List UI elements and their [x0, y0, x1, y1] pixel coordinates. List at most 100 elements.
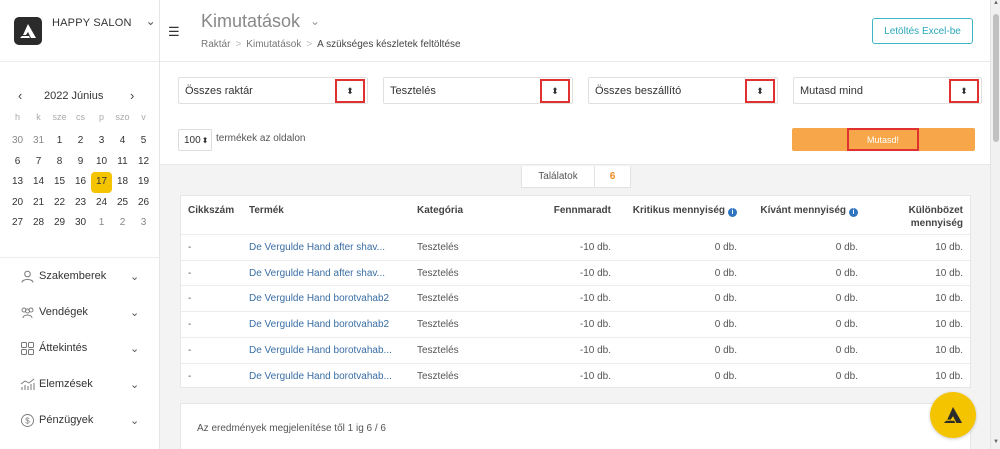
calendar-next-icon[interactable]: ›	[130, 88, 134, 103]
calendar-day[interactable]: 22	[49, 193, 70, 214]
calendar-day[interactable]: 7	[28, 152, 49, 173]
calendar-day[interactable]: 21	[28, 193, 49, 214]
calendar-day[interactable]: 11	[112, 152, 133, 173]
column-header-sku[interactable]: Cikkszám	[188, 204, 234, 217]
calendar-day[interactable]: 2	[70, 131, 91, 152]
category-select-value: Tesztelés	[390, 85, 436, 97]
page-scrollbar[interactable]: ▲ ▼	[990, 0, 1000, 449]
cell-desired: 0 db.	[835, 319, 858, 331]
calendar-day[interactable]: 23	[70, 193, 91, 214]
cell-product-link[interactable]: De Vergulde Hand after shav...	[249, 268, 385, 279]
app-logo-icon	[14, 16, 42, 45]
column-header-desired[interactable]: Kívánt mennyiség i	[760, 204, 858, 217]
per-page-select[interactable]: 100 ⬍	[178, 129, 212, 151]
scrollbar-thumb[interactable]	[993, 14, 999, 142]
breadcrumb-item[interactable]: Kimutatások	[246, 39, 301, 50]
per-page-value: 100	[184, 134, 201, 146]
calendar-day[interactable]: 26	[133, 193, 154, 214]
cell-product-link[interactable]: De Vergulde Hand borotvahab...	[249, 371, 392, 382]
column-header-difference[interactable]: Különbözet mennyiség	[909, 204, 963, 230]
calendar-day[interactable]: 20	[7, 193, 28, 214]
calendar-day[interactable]: 31	[28, 131, 49, 152]
sidebar-item-szakemberek[interactable]: Szakemberek ⌄	[0, 258, 160, 294]
calendar-day[interactable]: 24	[91, 193, 112, 214]
column-header-product[interactable]: Termék	[249, 204, 284, 217]
calendar-day[interactable]: 6	[7, 152, 28, 173]
chevron-down-icon: ⌄	[130, 414, 140, 427]
calendar-day-today[interactable]: 17	[91, 172, 112, 193]
cell-remaining: -10 db.	[579, 319, 611, 331]
scroll-up-icon[interactable]: ▲	[991, 0, 1000, 10]
calendar-day[interactable]: 30	[7, 131, 28, 152]
sidebar-item-vendegek[interactable]: Vendégek ⌄	[0, 294, 160, 330]
show-button-bar[interactable]: Mutasd!	[792, 128, 975, 151]
sidebar-item-elemzesek[interactable]: Elemzések ⌄	[0, 366, 160, 402]
calendar-day[interactable]: 29	[49, 213, 70, 234]
column-header-critical[interactable]: Kritikus mennyiség i	[633, 204, 737, 217]
cell-sku: -	[188, 344, 192, 356]
calendar-day[interactable]: 9	[70, 152, 91, 173]
calendar-day[interactable]: 3	[133, 213, 154, 234]
calendar-day[interactable]: 4	[112, 131, 133, 152]
chevron-down-icon[interactable]: ⌄	[310, 14, 320, 28]
cell-difference: 10 db.	[935, 267, 963, 279]
calendar-day[interactable]: 27	[7, 213, 28, 234]
calendar-day[interactable]: 3	[91, 131, 112, 152]
calendar-day[interactable]: 5	[133, 131, 154, 152]
calendar-day[interactable]: 2	[112, 213, 133, 234]
app-logo-icon	[943, 407, 963, 423]
pagination-summary: Az eredmények megjelenítése től 1 ig 6 /…	[197, 423, 386, 434]
calendar-day[interactable]: 18	[112, 172, 133, 193]
calendar-prev-icon[interactable]: ‹	[18, 88, 22, 103]
category-select[interactable]: Tesztelés ⬍	[383, 77, 573, 104]
info-icon[interactable]: i	[849, 208, 858, 217]
calendar-day[interactable]: 19	[133, 172, 154, 193]
per-page-label: termékek az oldalon	[216, 133, 306, 144]
menu-icon[interactable]: ☰	[168, 24, 180, 40]
warehouse-select[interactable]: Összes raktár ⬍	[178, 77, 368, 104]
show-mode-select[interactable]: Mutasd mind ⬍	[793, 77, 982, 104]
calendar-day[interactable]: 15	[49, 172, 70, 193]
cell-product-link[interactable]: De Vergulde Hand borotvahab...	[249, 345, 392, 356]
page-header: ☰ Kimutatások ⌄ Raktár > Kimutatások > A szü…	[160, 0, 990, 62]
sidebar-item-attekintes[interactable]: Áttekintés ⌄	[0, 330, 160, 366]
cell-product-link[interactable]: De Vergulde Hand after shav...	[249, 242, 385, 253]
calendar-day[interactable]: 16	[70, 172, 91, 193]
column-header-difference-line1: Különbözet	[908, 205, 963, 216]
cell-desired: 0 db.	[835, 370, 858, 382]
sort-arrows-icon[interactable]: ⬍	[335, 79, 365, 103]
excel-export-button[interactable]: Letöltés Excel-be	[872, 18, 973, 44]
calendar-day[interactable]: 25	[112, 193, 133, 214]
calendar-day[interactable]: 28	[28, 213, 49, 234]
breadcrumb-current: A szükséges készletek feltöltése	[317, 39, 461, 50]
calendar-day[interactable]: 8	[49, 152, 70, 173]
cell-product-link[interactable]: De Vergulde Hand borotvahab2	[249, 319, 389, 330]
calendar-day[interactable]: 1	[91, 213, 112, 234]
sidebar-item-penzugyek[interactable]: $ Pénzügyek ⌄	[0, 402, 160, 438]
cell-product-link[interactable]: De Vergulde Hand borotvahab2	[249, 293, 389, 304]
calendar-day[interactable]: 12	[133, 152, 154, 173]
calendar-weekdays: h k sze cs p szo v	[7, 112, 155, 122]
calendar-weekday: szo	[115, 112, 130, 122]
help-fab-button[interactable]	[930, 392, 976, 438]
results-count: 6	[609, 171, 616, 182]
brand-switcher[interactable]: HAPPY SALON ⌄	[0, 0, 159, 62]
calendar-day[interactable]: 13	[7, 172, 28, 193]
sort-arrows-icon[interactable]: ⬍	[949, 79, 979, 103]
info-icon[interactable]: i	[728, 208, 737, 217]
table-row: - De Vergulde Hand after shav... Tesztelés…	[181, 259, 970, 286]
calendar-day[interactable]: 14	[28, 172, 49, 193]
results-tab[interactable]: Találatok 6	[521, 166, 631, 188]
calendar-day[interactable]: 1	[49, 131, 70, 152]
calendar-day[interactable]: 30	[70, 213, 91, 234]
column-header-remaining[interactable]: Fennmaradt	[554, 204, 611, 217]
show-button[interactable]: Mutasd!	[847, 128, 919, 151]
sort-arrows-icon[interactable]: ⬍	[745, 79, 775, 103]
sort-arrows-icon[interactable]: ⬍	[540, 79, 570, 103]
chevron-down-icon[interactable]: ⌄	[146, 14, 156, 28]
breadcrumb-item[interactable]: Raktár	[201, 39, 230, 50]
supplier-select[interactable]: Összes beszállító ⬍	[588, 77, 778, 104]
column-header-category[interactable]: Kategória	[417, 204, 463, 217]
calendar-day[interactable]: 10	[91, 152, 112, 173]
scroll-down-icon[interactable]: ▼	[991, 439, 1000, 449]
